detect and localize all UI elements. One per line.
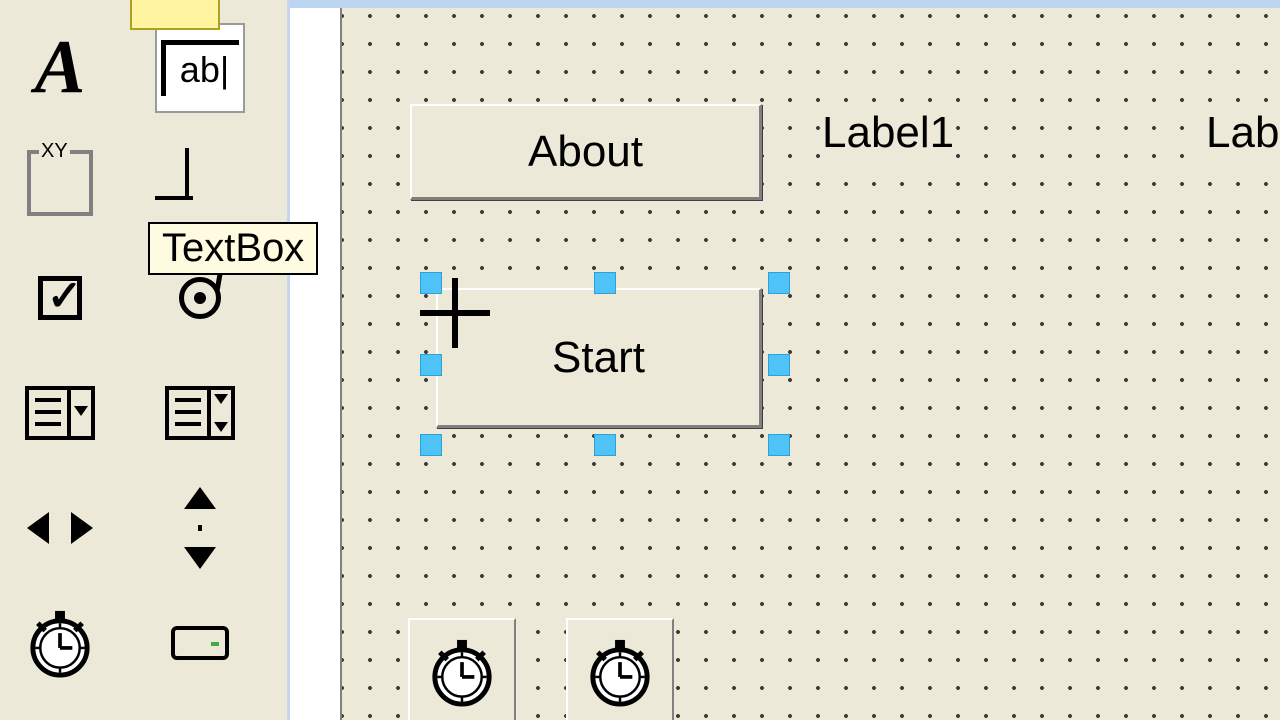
selection-handle-se[interactable] [768,434,790,456]
about-button-label: About [528,127,643,177]
hscrollbar-icon [27,512,93,544]
drive-icon [171,626,229,660]
pointer-tool[interactable] [130,0,220,30]
selection-handle-e[interactable] [768,354,790,376]
listbox-icon [165,386,235,440]
hscrollbar-tool-icon[interactable] [15,483,105,573]
label2[interactable]: Lab [1206,108,1279,158]
form-designer-area: About Label1 Lab Start [290,0,1280,720]
combobox-tool-icon[interactable] [15,368,105,458]
start-button[interactable]: Start [436,288,762,428]
selection-handle-ne[interactable] [768,272,790,294]
selection-handle-sw[interactable] [420,434,442,456]
frame-tool-icon[interactable]: XY [15,138,105,228]
timer1-control[interactable] [408,618,516,720]
checkbox-tool-icon[interactable] [15,253,105,343]
vscrollbar-tool-icon[interactable] [155,483,245,573]
textbox-icon: ab| [161,40,239,96]
frame-icon-label: XY [39,140,70,163]
frame-icon: XY [27,150,93,216]
textbox-tool-icon[interactable]: ab| [155,23,245,113]
selection-handle-nw[interactable] [420,272,442,294]
about-button[interactable]: About [410,104,762,200]
stopwatch-icon [425,635,499,709]
stopwatch-icon [23,606,97,680]
form-designer-canvas[interactable]: About Label1 Lab Start [340,8,1280,720]
optionbutton-icon [179,277,221,319]
drivelistbox-tool-icon[interactable] [155,598,245,688]
selection-handle-s[interactable] [594,434,616,456]
start-button-label: Start [552,333,645,383]
letter-a-icon: A [35,24,86,111]
listbox-tool-icon[interactable] [155,368,245,458]
tooltip: TextBox [148,222,318,275]
stopwatch-icon [583,635,657,709]
combobox-icon [25,386,95,440]
timer2-control[interactable] [566,618,674,720]
label-tool-icon[interactable]: A [15,23,105,113]
commandbutton-tool-icon[interactable] [155,138,245,228]
toolbox-panel: A ab| XY [0,0,290,720]
label1[interactable]: Label1 [822,108,954,158]
vscrollbar-icon [184,487,216,569]
timer-tool-icon[interactable] [15,598,105,688]
selection-handle-w[interactable] [420,354,442,376]
checkbox-icon [38,276,82,320]
selection-handle-n[interactable] [594,272,616,294]
